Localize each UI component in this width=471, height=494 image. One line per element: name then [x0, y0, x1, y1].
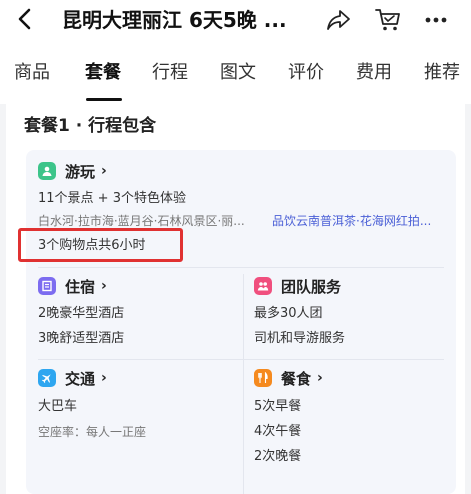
play-icon [38, 162, 56, 180]
tab-fees[interactable]: 费用 [356, 60, 392, 86]
divider [38, 359, 444, 360]
top-bar: 昆明大理丽江 6天5晚 ... [0, 0, 471, 42]
tab-bar: 商品 套餐 行程 图文 评价 费用 推荐 [0, 46, 471, 104]
active-tab-indicator [86, 98, 122, 101]
category-label: 团队服务 [281, 277, 342, 296]
highlight-annotation-box [18, 228, 183, 262]
meal-line: 5次早餐 [254, 399, 302, 414]
category-group-service[interactable]: 团队服务 [254, 275, 341, 297]
group-service-icon [254, 277, 272, 295]
tab-itinerary[interactable]: 行程 [152, 60, 188, 86]
chevron-left-icon[interactable] [12, 6, 38, 32]
chevron-right-icon: › [317, 370, 323, 386]
meal-line: 4次午餐 [254, 424, 302, 439]
play-summary: 11个景点 + 3个特色体验 [38, 191, 186, 206]
category-meal[interactable]: 餐食 › [254, 367, 323, 389]
transport-line: 空座率：每人一正座 [38, 425, 147, 439]
meal-icon [254, 369, 272, 387]
category-label: 餐食 [281, 369, 312, 388]
chevron-right-icon: › [101, 370, 107, 386]
content-area: 套餐1 · 行程包含 游玩 › 11个景点 + 3个特色体验 白水河·拉市海·蓝… [0, 104, 471, 494]
tab-images[interactable]: 图文 [220, 60, 256, 86]
tab-package[interactable]: 套餐 [85, 60, 121, 86]
group-line: 最多30人团 [254, 306, 323, 321]
chevron-right-icon: › [101, 163, 107, 179]
meal-line: 2次晚餐 [254, 449, 302, 464]
tab-reviews[interactable]: 评价 [288, 60, 324, 86]
hotel-icon [38, 277, 56, 295]
category-transport[interactable]: 交通 › [38, 367, 107, 389]
hotel-line: 2晚豪华型酒店 [38, 306, 125, 321]
chevron-right-icon: › [101, 278, 107, 294]
section-title: 套餐1 · 行程包含 [24, 116, 157, 136]
divider [38, 267, 444, 268]
category-label: 交通 [65, 369, 96, 388]
package-card: 游玩 › 11个景点 + 3个特色体验 白水河·拉市海·蓝月谷·石林风景区·丽.… [26, 150, 456, 494]
share-icon[interactable] [325, 6, 353, 34]
category-play[interactable]: 游玩 › [38, 160, 107, 182]
category-label: 游玩 [65, 162, 96, 181]
shopping-cart-icon[interactable] [374, 5, 402, 33]
tab-product[interactable]: 商品 [14, 60, 50, 86]
category-label: 住宿 [65, 277, 96, 296]
hotel-line: 3晚舒适型酒店 [38, 331, 125, 346]
tab-recommend[interactable]: 推荐 [424, 60, 460, 86]
divider [243, 274, 244, 494]
category-hotel[interactable]: 住宿 › [38, 275, 107, 297]
group-line: 司机和导游服务 [254, 331, 346, 346]
transport-line: 大巴车 [38, 399, 78, 414]
play-experience-link[interactable]: 品饮云南普洱茶·花海网红拍... [272, 212, 452, 230]
package-panel: 套餐1 · 行程包含 游玩 › 11个景点 + 3个特色体验 白水河·拉市海·蓝… [6, 104, 465, 494]
more-dots-icon[interactable] [422, 6, 450, 34]
airplane-icon [38, 369, 56, 387]
page-title: 昆明大理丽江 6天5晚 ... [62, 8, 287, 32]
